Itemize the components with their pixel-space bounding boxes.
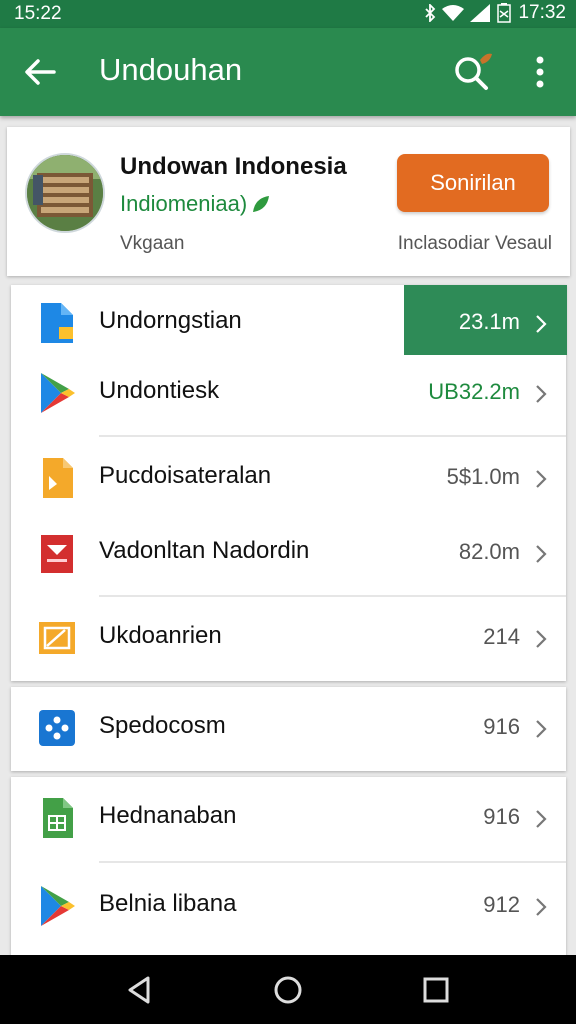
chevron-right-icon <box>536 385 547 403</box>
list-item-value: 23.1m <box>458 309 520 334</box>
page-title: Undouhan <box>99 52 243 87</box>
list-item-value: 916 <box>483 714 520 739</box>
profile-meta-right: Inclasodiar Vesaul <box>397 233 552 254</box>
back-arrow-icon[interactable] <box>22 54 58 90</box>
list-item-value: UB32.2m <box>428 379 520 404</box>
chevron-right-icon <box>536 470 547 488</box>
sheets-icon <box>43 798 73 838</box>
list-item-label: Ukdoanrien <box>99 622 222 649</box>
list-group-2: Spedocosm 916 <box>11 687 566 771</box>
list-group-3: Hednanaban 916 Belnia libana 912 <box>11 777 566 957</box>
list-item[interactable]: Spedocosm 916 <box>11 685 566 771</box>
list-item[interactable]: Ukdoanrien 214 <box>11 595 566 681</box>
list-item-value: 5$1.0m <box>446 464 520 489</box>
list-item-label: Hednanaban <box>99 802 237 829</box>
list-item-value: 912 <box>483 892 520 917</box>
search-icon[interactable] <box>450 50 494 94</box>
chevron-right-icon <box>536 315 547 333</box>
signal-icon <box>470 4 491 22</box>
wifi-icon <box>442 5 465 21</box>
list-item[interactable]: Pucdoisateralan 5$1.0m <box>11 435 566 521</box>
nav-recents-icon[interactable] <box>419 973 453 1007</box>
list-item-value: 916 <box>483 804 520 829</box>
list-item[interactable]: Belnia libana 912 <box>11 863 566 949</box>
status-bar: 15:22 17:32 <box>0 0 576 28</box>
list-item-label: Belnia libana <box>99 890 237 917</box>
chevron-right-icon <box>536 810 547 828</box>
status-time-right: 17:32 <box>518 2 566 23</box>
profile-meta-left: Vkgaan <box>120 233 185 254</box>
chevron-right-icon <box>536 545 547 563</box>
status-time-left: 15:22 <box>14 3 62 24</box>
list-item-label: Spedocosm <box>99 712 226 739</box>
photos-icon <box>39 710 75 746</box>
nav-home-icon[interactable] <box>271 973 305 1007</box>
list-item-label: Vadonltan Nadordin <box>99 537 310 564</box>
list-item[interactable]: Vadonltan Nadordin 82.0m <box>11 510 566 596</box>
system-nav-bar <box>0 955 576 1024</box>
bluetooth-icon <box>425 4 436 22</box>
list-item-label: Undorngstian <box>99 307 242 334</box>
chevron-right-icon <box>536 720 547 738</box>
more-vert-icon[interactable] <box>526 54 554 90</box>
document-icon <box>41 303 73 343</box>
mail-doc-icon <box>41 535 73 573</box>
nav-back-icon[interactable] <box>122 973 156 1007</box>
list-item[interactable]: Undontiesk UB32.2m <box>11 350 566 436</box>
play-store-icon <box>41 373 75 413</box>
avatar <box>25 153 105 233</box>
list-item[interactable]: Hednanaban 916 <box>11 775 566 861</box>
list-item-label: Pucdoisateralan <box>99 462 272 489</box>
image-icon <box>39 622 75 654</box>
action-button[interactable]: Sonirilan <box>397 154 549 212</box>
app-bar: Undouhan <box>0 28 576 116</box>
list-item-label: Undontiesk <box>99 377 220 404</box>
list-item-value: 214 <box>483 624 520 649</box>
status-icons: 17:32 <box>424 2 566 24</box>
list-group-1: Undorngstian 23.1m Undontiesk UB32.2m Pu… <box>11 285 567 681</box>
chevron-right-icon <box>536 898 547 916</box>
profile-title: Undowan Indonesia <box>120 153 347 180</box>
leaf-icon <box>253 196 270 212</box>
header-card: Undowan Indonesia Indiomeniaa) Vkgaan In… <box>7 127 570 276</box>
play-store-icon <box>41 886 75 926</box>
battery-icon <box>497 3 512 23</box>
chevron-right-icon <box>536 630 547 648</box>
list-item-value: 82.0m <box>458 539 520 564</box>
slides-icon <box>43 458 73 498</box>
profile-subtitle-text: Indiomeniaa) <box>120 191 248 216</box>
profile-subtitle: Indiomeniaa) <box>120 191 271 217</box>
